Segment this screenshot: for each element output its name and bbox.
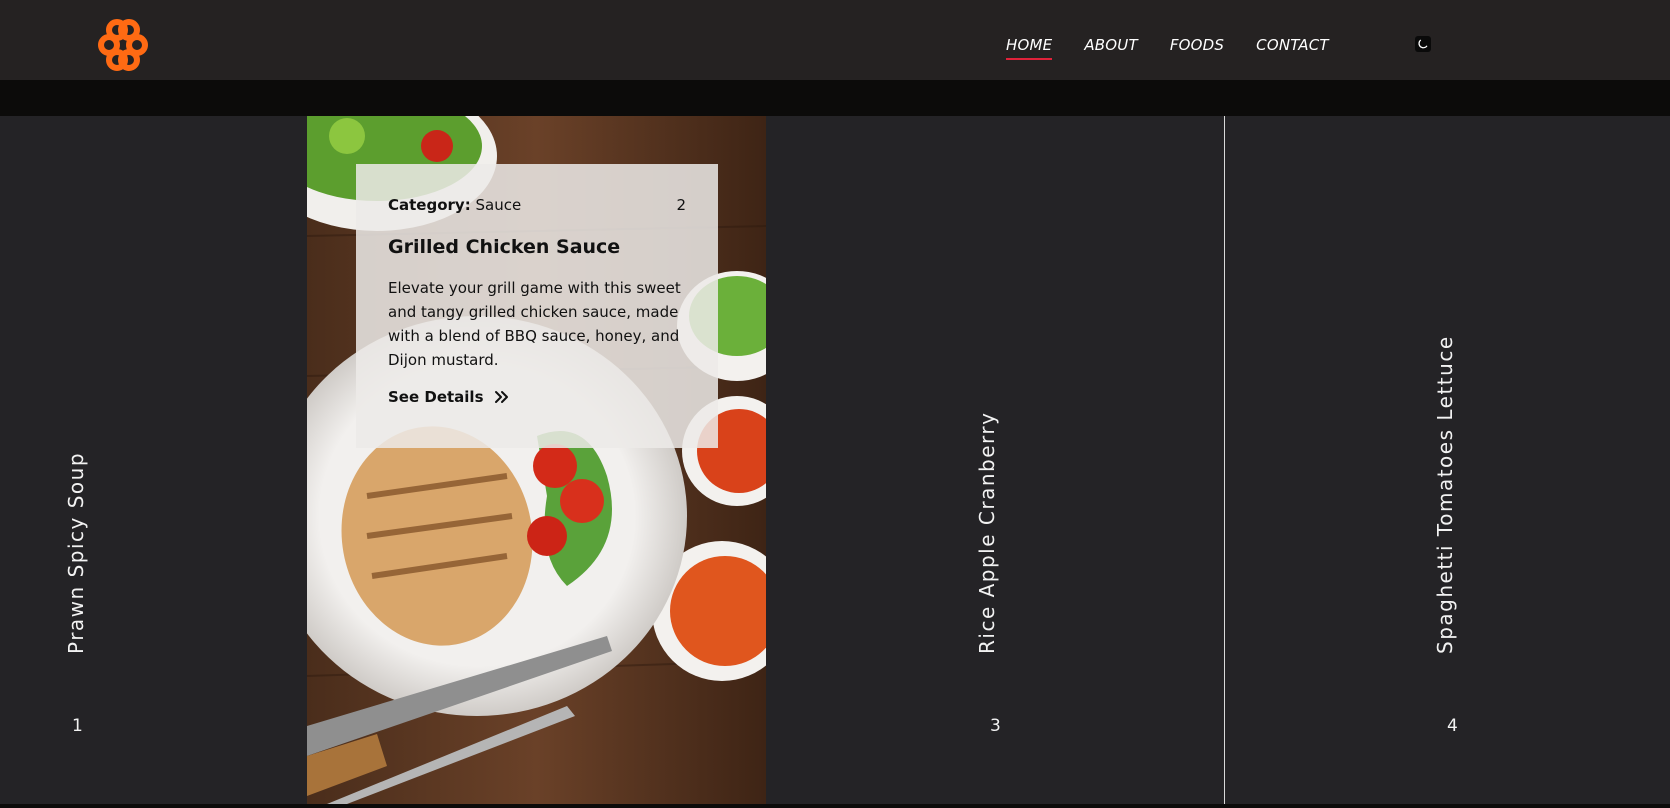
- panel-number: 3: [990, 716, 1001, 736]
- panel-title: Spaghetti Tomatoes Lettuce: [1433, 335, 1457, 654]
- food-slider: Prawn Spicy Soup 1 Category: Sauce 2 Gri…: [0, 116, 1670, 804]
- nav-about-link[interactable]: ABOUT: [1084, 36, 1138, 60]
- category-value: Sauce: [475, 196, 522, 214]
- featured-food-panel[interactable]: Category: Sauce 2 Grilled Chicken Sauce …: [307, 116, 766, 804]
- see-details-link[interactable]: See Details: [388, 388, 510, 406]
- food-panel-1[interactable]: Prawn Spicy Soup 1: [0, 116, 307, 804]
- food-panel-4[interactable]: Spaghetti Tomatoes Lettuce 4: [1224, 116, 1670, 804]
- featured-food-card: Category: Sauce 2 Grilled Chicken Sauce …: [356, 164, 718, 448]
- card-title: Grilled Chicken Sauce: [388, 236, 621, 258]
- site-header: HOME ABOUT FOODS CONTACT: [0, 0, 1670, 80]
- panel-title: Prawn Spicy Soup: [64, 451, 88, 654]
- panel-title: Rice Apple Cranberry: [975, 411, 999, 654]
- brand-logo-icon[interactable]: [97, 18, 149, 71]
- nav-home-link[interactable]: HOME: [1006, 36, 1053, 60]
- food-panel-3[interactable]: Rice Apple Cranberry 3: [766, 116, 1224, 804]
- category-line: Category: Sauce: [388, 196, 521, 214]
- moon-icon[interactable]: [1415, 36, 1431, 52]
- header-spacer: [0, 80, 1670, 116]
- card-number: 2: [676, 196, 686, 214]
- card-meta: Category: Sauce 2: [388, 196, 686, 214]
- see-details-label: See Details: [388, 388, 484, 406]
- nav-foods-link[interactable]: FOODS: [1170, 36, 1224, 60]
- panel-number: 4: [1447, 716, 1458, 736]
- main-nav: HOME ABOUT FOODS CONTACT: [1006, 36, 1329, 60]
- card-description: Elevate your grill game with this sweet …: [388, 279, 681, 369]
- panel-number: 1: [72, 716, 83, 736]
- double-chevron-right-icon: [494, 391, 508, 403]
- category-label: Category:: [388, 196, 471, 214]
- page-bottom-edge: [0, 804, 1670, 808]
- nav-contact-link[interactable]: CONTACT: [1256, 36, 1329, 60]
